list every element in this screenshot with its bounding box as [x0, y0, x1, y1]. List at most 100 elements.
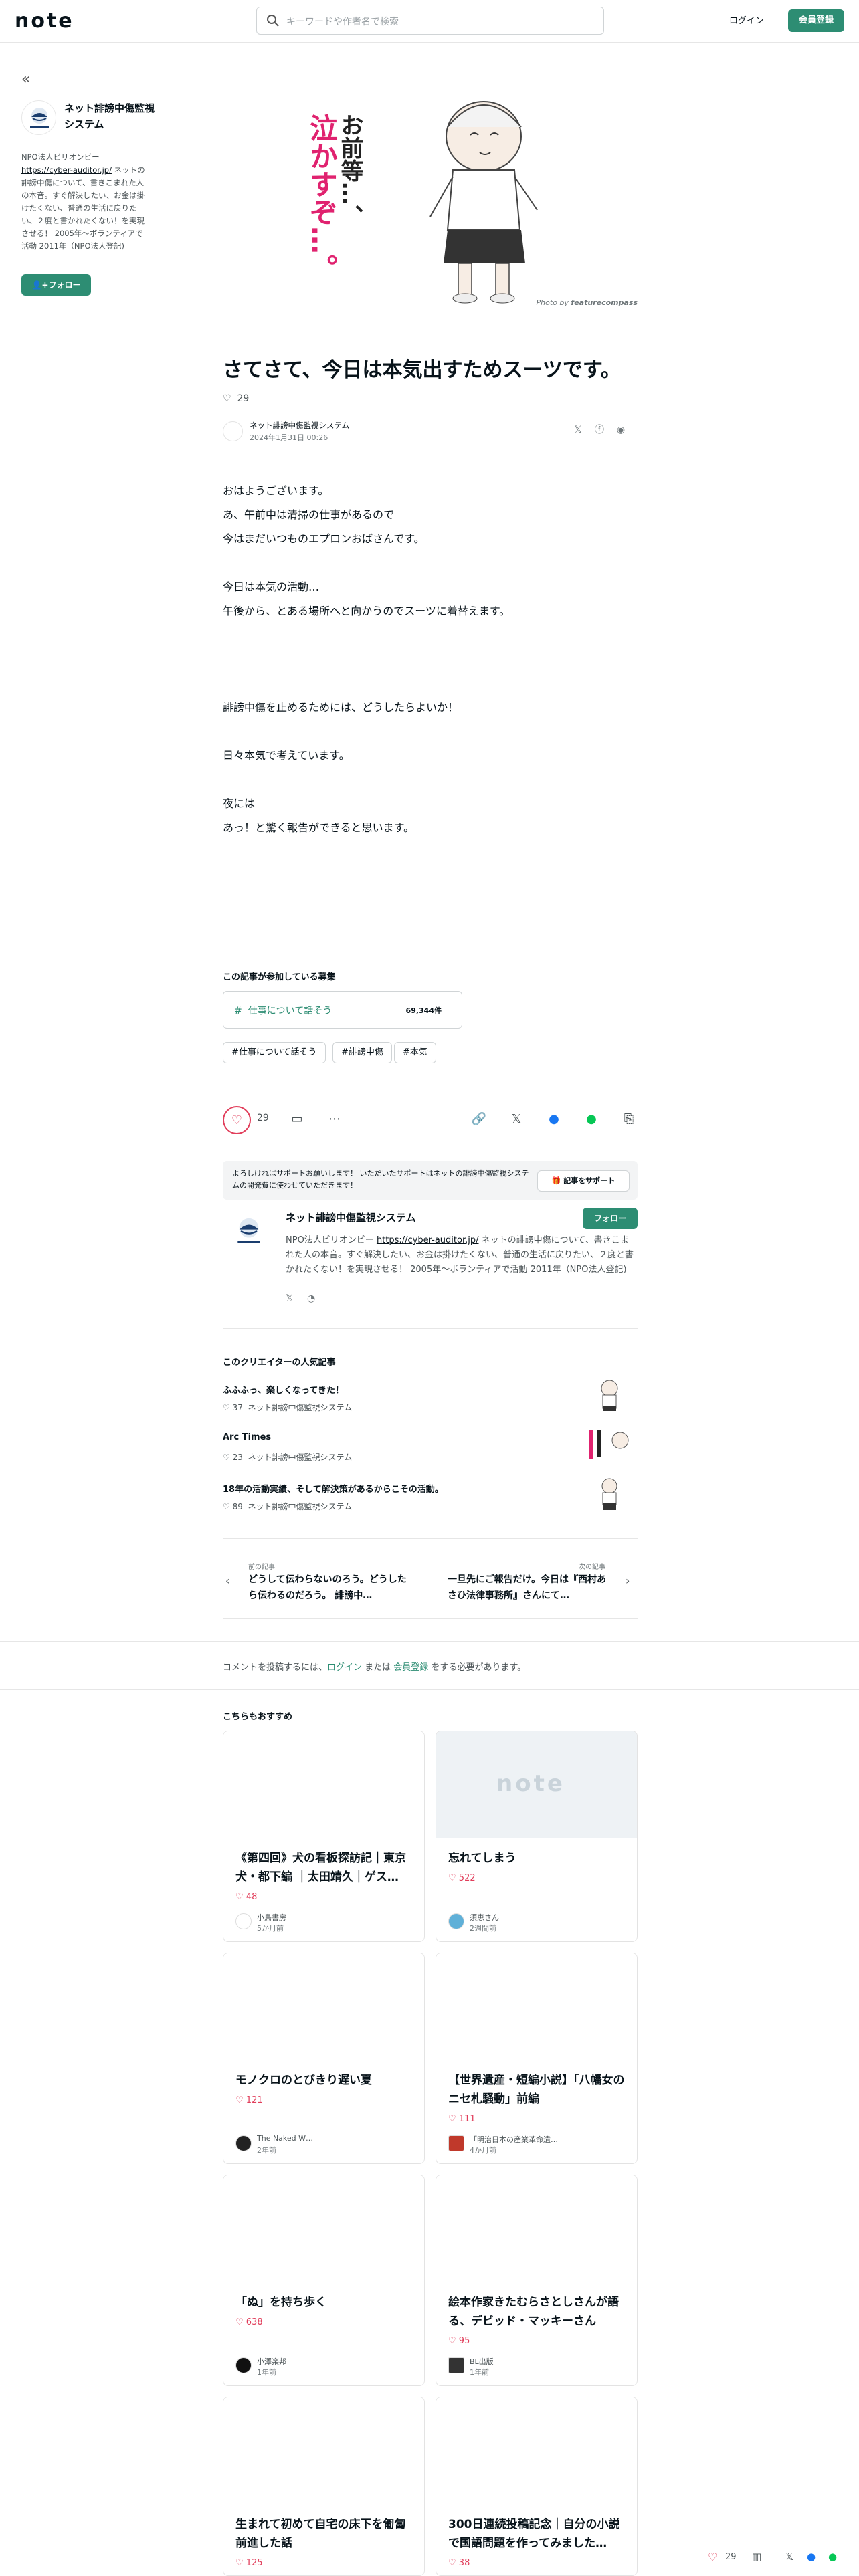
creator-avatar[interactable]	[228, 1210, 270, 1252]
support-button[interactable]: 🎁 記事をサポート	[537, 1170, 630, 1192]
heart-icon[interactable]: ♡	[708, 2551, 717, 2563]
popular-item-thumbnail[interactable]	[583, 1426, 636, 1463]
popular-item-meta: ♡ 37 ネット誹謗中傷監視システム	[223, 1402, 352, 1413]
divider	[0, 1641, 859, 1642]
search-icon	[267, 15, 279, 27]
facebook-share-icon[interactable]: ⓕ	[592, 423, 607, 437]
rss-icon[interactable]: ◔	[307, 1293, 315, 1304]
more-icon[interactable]: ⋯	[325, 1110, 344, 1129]
recommend-card[interactable]: 300日連続投稿記念｜自分の小説で国語問題を作ってみました… ♡ 38	[436, 2397, 638, 2576]
popular-item-title[interactable]: Arc Times	[223, 1432, 271, 1442]
card-author-avatar	[235, 1913, 252, 1929]
card-thumbnail	[223, 2175, 424, 2282]
x-profile-icon[interactable]: 𝕏	[286, 1293, 293, 1304]
facebook-share-icon[interactable]: ●	[807, 2551, 816, 2563]
hero-illustration: お前等…、 泣かすぞ…。	[223, 63, 638, 313]
facebook-share-icon[interactable]: ●	[545, 1110, 563, 1129]
recommend-card[interactable]: 生まれて初めて自宅の床下を匍匐前進した話 ♡ 125	[223, 2397, 425, 2576]
popular-item-title[interactable]: 18年の活動実績、そして解決策があるからこその活動。	[223, 1482, 444, 1495]
heart-icon: ♡	[231, 1113, 243, 1128]
recommend-card[interactable]: 《第四回》犬の看板探訪記｜東京犬・都下編 ｜太田靖久｜ゲス… ♡ 48 小鳥書房…	[223, 1731, 425, 1942]
popular-heading: このクリエイターの人気記事	[223, 1358, 336, 1368]
comment-register-link[interactable]: 会員登録	[393, 1662, 428, 1673]
author-name[interactable]: ネット誹謗中傷監視システム	[250, 420, 349, 431]
body-line: 夜には	[223, 797, 256, 810]
card-author-avatar	[235, 2135, 252, 2151]
comment-text: または	[362, 1662, 394, 1673]
popular-item-thumbnail[interactable]	[583, 1376, 636, 1414]
next-article-link[interactable]: 次の記事 一旦先にご報告だけ。今日は『西村あさひ法律事務所』さんにて… ›	[430, 1545, 638, 1612]
card-title: 生まれて初めて自宅の床下を匍匐前進した話	[235, 2518, 406, 2550]
bio-text: NPO法人ビリオンビー	[21, 152, 100, 162]
author-name: ネット誹謗中傷監視システム	[248, 1453, 353, 1462]
likes-count: 29	[237, 393, 250, 404]
heart-icon: ♡	[235, 2558, 246, 2568]
card-title: 忘れてしまう	[448, 1852, 516, 1865]
recommend-card[interactable]: 「ぬ」を持ち歩く ♡ 638 小澤楽邦 1年前	[223, 2175, 425, 2386]
prev-article-link[interactable]: ‹ 前の記事 どうして伝わらないのろう。どうしたら伝わるのだろう。 誹謗中…	[223, 1545, 430, 1612]
credit-name[interactable]: featurecompass	[571, 298, 638, 307]
line-share-icon[interactable]: ●	[828, 2551, 837, 2563]
sidebar-creator-name[interactable]: ネット誹謗中傷監視システム	[64, 100, 158, 132]
heart-icon: ♡	[448, 2114, 459, 2124]
search-input[interactable]: キーワードや作者名で検索	[286, 15, 399, 28]
bio-link[interactable]: https://cyber-auditor.jp/	[377, 1235, 479, 1245]
thumbnail-image	[583, 1376, 636, 1414]
hashtag[interactable]: #仕事について話そう	[223, 1042, 326, 1063]
card-author: The Naked W…	[257, 2134, 314, 2143]
contest-label: 仕事について話そう	[248, 1006, 332, 1016]
article-likes[interactable]: ♡ 29	[223, 393, 249, 404]
publish-date: 2024年1月31日 00:26	[250, 433, 328, 442]
popular-item-meta: ♡ 23 ネット誹謗中傷監視システム	[223, 1451, 352, 1463]
recommend-card[interactable]: 【世界遺産・短編小説】「八幡女のニセ札騒動」前編 ♡ 111 「明治日本の産業革…	[436, 1953, 638, 2164]
popular-item-thumbnail[interactable]	[583, 1475, 636, 1513]
recommend-card[interactable]: note 忘れてしまう ♡ 522 須恵さん 2週間前	[436, 1731, 638, 1942]
recommend-card[interactable]: 絵本作家きたむらさとしさんが語る、デビッド・マッキーさん ♡ 95 BL出版 1…	[436, 2175, 638, 2386]
like-count: 29	[725, 2552, 737, 2562]
recommend-card[interactable]: モノクロのとびきり遅い夏 ♡ 121 The Naked W… 2年前	[223, 1953, 425, 2164]
card-thumbnail	[436, 2397, 637, 2504]
card-author: 小鳥書房	[257, 1913, 286, 1922]
line-share-icon[interactable]: ◉	[613, 423, 628, 437]
like-count: 111	[458, 2114, 476, 2124]
note-logo[interactable]: note	[15, 9, 74, 33]
contest-card[interactable]: # 仕事について話そう 69,344件	[223, 991, 462, 1029]
embed-icon[interactable]: ⎘	[619, 1110, 638, 1129]
x-share-icon[interactable]: 𝕏	[507, 1110, 526, 1129]
card-author-avatar	[448, 1913, 464, 1929]
popular-item-title[interactable]: ふふふっ、楽しくなってきた！	[223, 1383, 344, 1396]
x-share-icon[interactable]: 𝕏	[571, 423, 585, 437]
creator-name[interactable]: ネット誹謗中傷監視システム	[286, 1210, 416, 1224]
bio-link[interactable]: https://cyber-auditor.jp/	[21, 165, 112, 175]
magazine-icon[interactable]: ▥	[752, 2551, 761, 2563]
paragraph: おはようございます。 あ、午前中は清掃の仕事があるので 今はまだいつものエプロン…	[223, 479, 638, 551]
comment-login-link[interactable]: ログイン	[327, 1662, 362, 1673]
card-likes: ♡ 638	[235, 2317, 263, 2327]
contest-name: # 仕事について話そう	[234, 1004, 332, 1017]
hashtag[interactable]: #本気	[394, 1042, 436, 1063]
comment-icon[interactable]: ▭	[288, 1110, 306, 1129]
x-share-icon[interactable]: 𝕏	[785, 2551, 793, 2563]
collapse-sidebar-icon[interactable]: «	[21, 71, 30, 88]
like-count: 29	[257, 1113, 269, 1123]
creator-follow-button[interactable]: フォロー	[583, 1208, 638, 1229]
card-title: 【世界遺産・短編小説】「八幡女のニセ札騒動」前編	[448, 2074, 625, 2106]
org-logo-icon	[30, 108, 49, 128]
register-button[interactable]: 会員登録	[788, 9, 844, 32]
author-avatar[interactable]	[223, 421, 243, 441]
login-link[interactable]: ログイン	[729, 13, 764, 26]
divider	[223, 1538, 638, 1539]
like-count: 121	[246, 2095, 263, 2105]
link-icon[interactable]: 🔗	[470, 1110, 488, 1129]
line-share-icon[interactable]: ●	[582, 1110, 601, 1129]
hashtag[interactable]: #誹謗中傷	[332, 1042, 392, 1063]
article-title: さてさて、今日は本気出すためスーツです。	[223, 358, 621, 382]
like-button[interactable]: ♡	[223, 1106, 251, 1134]
body-line: 日々本気で考えています。	[223, 749, 350, 762]
heart-icon: ♡	[448, 1873, 459, 1883]
sidebar-follow-button[interactable]: 👤+フォロー	[21, 274, 91, 296]
heart-icon: ♡	[235, 2317, 246, 2327]
search-box[interactable]: キーワードや作者名で検索	[256, 7, 604, 35]
avatar[interactable]	[21, 100, 56, 135]
card-author: 須恵さん	[470, 1913, 499, 1922]
